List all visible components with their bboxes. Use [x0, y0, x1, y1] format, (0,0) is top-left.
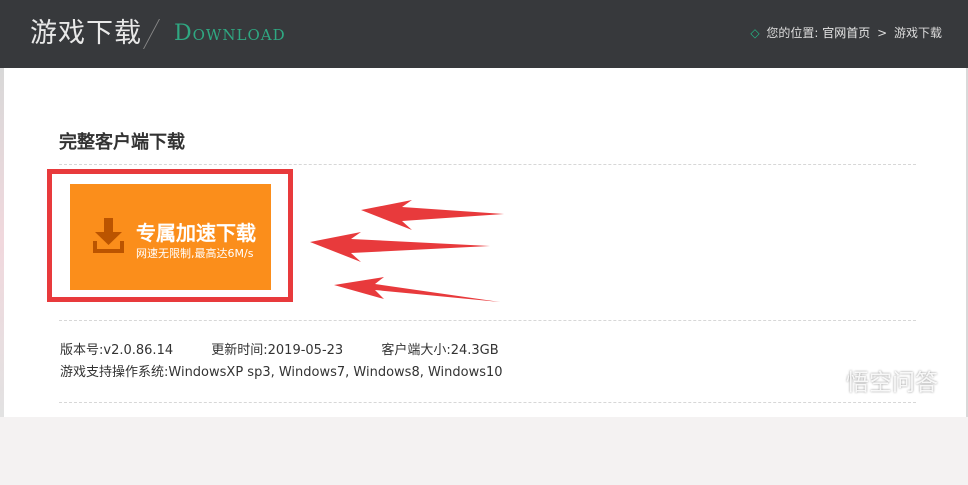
download-content-panel: 完整客户端下载 专属加速下载 网速无限制,最高达6M/s 版本号:v2.0.86… — [4, 68, 966, 417]
version-value: v2.0.86.14 — [103, 343, 174, 358]
client-size-info: 客户端大小:24.3GB — [381, 342, 498, 360]
title-divider — [143, 19, 160, 49]
page-title-english: Download — [174, 21, 286, 46]
diamond-icon: ◇ — [750, 26, 760, 40]
version-info: 版本号:v2.0.86.14 — [60, 342, 173, 360]
breadcrumb-home-link[interactable]: 官网首页 — [822, 26, 870, 40]
speech-bubble-logo-icon — [805, 372, 832, 398]
watermark: 悟空问答 — [805, 368, 938, 398]
bottom-red-arrow — [334, 277, 500, 302]
top-red-arrow — [361, 200, 504, 230]
client-size-label: 客户端大小: — [381, 343, 451, 358]
breadcrumb-prefix: 您的位置: — [766, 26, 819, 40]
version-label: 版本号: — [60, 343, 104, 358]
update-time-value: 2019-05-23 — [267, 343, 344, 358]
download-icon — [93, 218, 124, 253]
bottom-dashed-divider — [59, 402, 916, 403]
system-info-row: 游戏支持操作系统:WindowsXP sp3, Windows7, Window… — [60, 364, 503, 382]
breadcrumb: ◇ 您的位置: 官网首页 > 游戏下载 — [750, 25, 942, 41]
client-size-value: 24.3GB — [450, 343, 499, 358]
update-time-label: 更新时间: — [211, 343, 268, 358]
os-support-label: 游戏支持操作系统: — [60, 365, 169, 380]
page-title-chinese: 游戏下载 — [30, 18, 142, 49]
breadcrumb-current-page: 游戏下载 — [893, 26, 942, 40]
watermark-text: 悟空问答 — [846, 370, 938, 396]
download-button-label: 专属加速下载 — [136, 221, 256, 245]
section-title: 完整客户端下载 — [59, 132, 185, 153]
version-info-row: 版本号:v2.0.86.14 更新时间:2019-05-23 客户端大小:24.… — [60, 342, 499, 360]
update-time-info: 更新时间:2019-05-23 — [211, 342, 343, 360]
download-button[interactable]: 专属加速下载 网速无限制,最高达6M/s — [70, 184, 271, 290]
top-dashed-divider — [59, 164, 916, 165]
middle-red-arrow — [310, 232, 490, 262]
download-button-subtitle: 网速无限制,最高达6M/s — [136, 247, 254, 260]
middle-dashed-divider — [59, 320, 916, 321]
os-support-value: WindowsXP sp3, Windows7, Windows8, Windo… — [168, 365, 503, 380]
breadcrumb-separator: > — [877, 26, 888, 40]
page-header: 游戏下载 Download ◇ 您的位置: 官网首页 > 游戏下载 — [0, 0, 968, 68]
